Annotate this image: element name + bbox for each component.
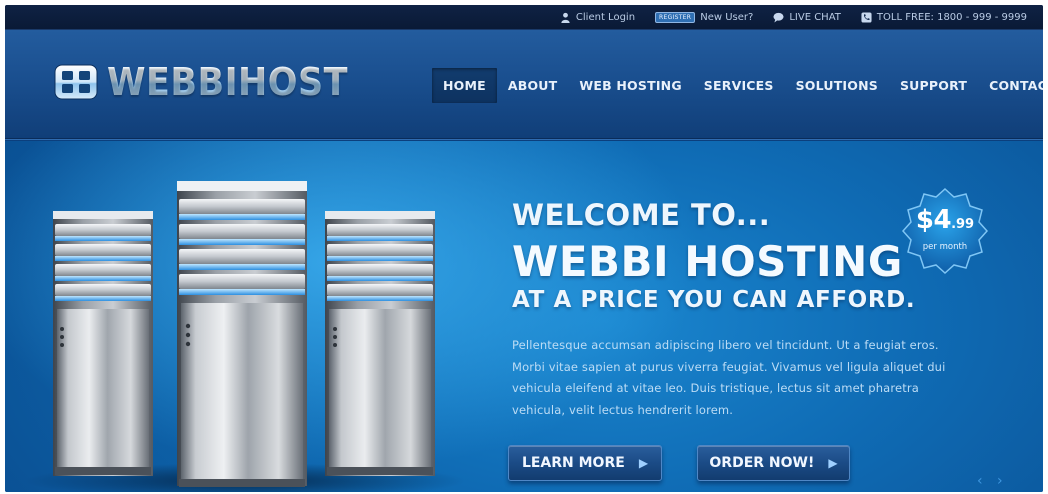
hero-tagline: AT A PRICE YOU CAN AFFORD. <box>512 287 916 313</box>
new-user-label: New User? <box>700 11 754 23</box>
order-now-button[interactable]: ORDER NOW! ▶ <box>697 445 850 481</box>
chat-bubble-icon <box>773 12 784 23</box>
live-chat-label: LIVE CHAT <box>789 11 841 23</box>
client-login-link[interactable]: Client Login <box>560 12 635 23</box>
chevron-right-icon: ▶ <box>638 456 649 470</box>
new-user-link[interactable]: REGISTER New User? <box>655 11 754 23</box>
main-nav: HOME ABOUT WEB HOSTING SERVICES SOLUTION… <box>432 68 1043 103</box>
server-center <box>177 181 307 487</box>
nav-services[interactable]: SERVICES <box>693 68 785 103</box>
phone-icon <box>861 11 872 23</box>
price-badge: $4.99 per month <box>900 186 990 276</box>
nav-home[interactable]: HOME <box>432 68 497 103</box>
grid-logo-icon <box>54 64 98 100</box>
user-icon <box>561 12 570 23</box>
nav-solutions[interactable]: SOLUTIONS <box>785 68 889 103</box>
client-login-label: Client Login <box>575 11 636 23</box>
server-left <box>53 211 153 476</box>
server-right <box>325 211 435 476</box>
site-logo[interactable]: WEBBIHOST <box>53 60 369 104</box>
slider-prev-arrow[interactable]: ‹ <box>977 473 983 489</box>
price-amount: $4.99 <box>900 205 990 235</box>
nav-web-hosting[interactable]: WEB HOSTING <box>568 68 692 103</box>
register-badge: REGISTER <box>655 11 696 23</box>
slider-next-arrow[interactable]: › <box>997 473 1003 489</box>
hero-banner: WELCOME TO... WEBBI HOSTING AT A PRICE Y… <box>5 141 1043 492</box>
chevron-right-icon: ▶ <box>828 456 838 470</box>
order-now-label: ORDER NOW! <box>709 455 815 471</box>
nav-support[interactable]: SUPPORT <box>889 68 978 103</box>
site-header: WEBBIHOST HOME ABOUT WEB HOSTING SERVICE… <box>5 30 1043 140</box>
toll-free-number: TOLL FREE: 1800 - 999 - 9999 <box>861 12 1027 23</box>
hero-description: Pellentesque accumsan adipiscing libero … <box>512 338 946 417</box>
learn-more-button[interactable]: LEARN MORE ▶ <box>508 445 662 481</box>
price-cents: .99 <box>951 217 975 232</box>
server-rack-illustration <box>25 181 465 492</box>
hero-welcome-heading: WELCOME TO... <box>512 198 771 232</box>
live-chat-link[interactable]: LIVE CHAT <box>773 12 841 23</box>
logo-text: WEBBIHOST <box>107 60 348 104</box>
nav-about[interactable]: ABOUT <box>497 68 569 103</box>
price-period: per month <box>922 242 968 252</box>
price-dollars: $4 <box>915 205 952 235</box>
toll-free-label: TOLL FREE: 1800 - 999 - 9999 <box>876 11 1027 23</box>
nav-contact[interactable]: CONTACT <box>978 68 1043 103</box>
page-frame: Client Login REGISTER New User? LIVE CHA… <box>5 5 1043 492</box>
top-bar: Client Login REGISTER New User? LIVE CHA… <box>5 5 1043 30</box>
hero-brand-heading: WEBBI HOSTING <box>512 237 903 286</box>
learn-more-label: LEARN MORE <box>521 455 625 471</box>
